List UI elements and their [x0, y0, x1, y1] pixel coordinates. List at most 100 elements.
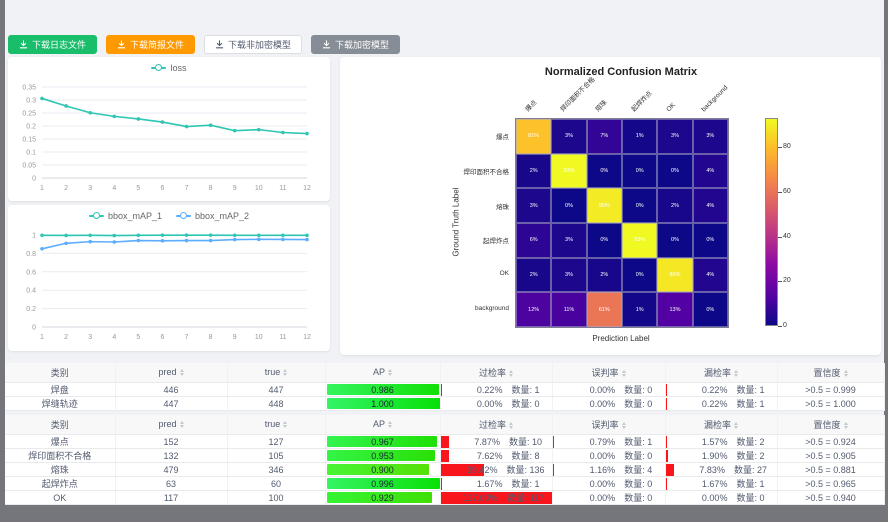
svg-text:7: 7: [185, 185, 189, 192]
matrix-cell: 1%: [622, 119, 657, 154]
column-header[interactable]: 置信度: [777, 363, 884, 383]
legend-item[interactable]: loss: [151, 63, 186, 73]
sort-icon[interactable]: [734, 420, 738, 431]
legend-label: bbox_mAP_1: [108, 211, 162, 221]
sort-icon[interactable]: [509, 368, 513, 379]
sort-icon[interactable]: [388, 367, 392, 378]
matrix-row-label: OK: [395, 270, 509, 277]
download-unencrypted-model-button[interactable]: 下载非加密模型: [204, 35, 302, 54]
summary-metrics-table: 类别predtrueAP过检率误判率漏检率置信度焊盘4464470.9860.2…: [5, 363, 885, 411]
content-area: 下载日志文件 下载简报文件 下载非加密模型 下载加密模型 loss 00.050…: [5, 0, 884, 492]
sort-icon[interactable]: [844, 368, 848, 379]
category-cell: 爆点: [5, 435, 115, 449]
sort-icon[interactable]: [180, 367, 184, 378]
confusion-matrix-title: Normalized Confusion Matrix: [515, 66, 727, 78]
misjudge-rate-cell: 1.16%数量: 4: [552, 463, 665, 477]
matrix-cell: 3%: [551, 258, 586, 293]
pred-cell: 479: [115, 463, 227, 477]
category-cell: 焊盘: [5, 383, 115, 397]
matrix-cell: 4%: [693, 188, 728, 223]
overkill-rate-cell: 117.00%数量: 117: [440, 491, 552, 505]
matrix-cell: 0%: [657, 154, 692, 189]
matrix-cell: 0%: [587, 223, 622, 258]
column-header[interactable]: 置信度: [777, 415, 884, 435]
matrix-cell: 2%: [516, 154, 551, 189]
miss-rate-cell: 0.00%数量: 0: [665, 491, 777, 505]
matrix-cell: 0%: [622, 154, 657, 189]
column-header[interactable]: AP: [325, 363, 440, 383]
legend-item[interactable]: bbox_mAP_2: [176, 211, 249, 221]
confidence-cell: >0.5 = 1.000: [777, 397, 884, 411]
sort-icon[interactable]: [844, 420, 848, 431]
svg-text:0.05: 0.05: [22, 163, 36, 170]
svg-text:1: 1: [40, 185, 44, 192]
sort-icon[interactable]: [283, 367, 287, 378]
sort-icon[interactable]: [509, 420, 513, 431]
colorbar-tick: [778, 237, 782, 238]
pred-cell: 132: [115, 449, 227, 463]
download-icon: [322, 40, 331, 49]
column-header[interactable]: pred: [115, 363, 227, 383]
column-header[interactable]: 误判率: [552, 415, 665, 435]
svg-text:0.4: 0.4: [26, 288, 36, 295]
column-header[interactable]: AP: [325, 415, 440, 435]
sort-icon[interactable]: [622, 420, 626, 431]
metrics-tables: 类别predtrueAP过检率误判率漏检率置信度焊盘4464470.9860.2…: [5, 363, 884, 505]
column-header[interactable]: true: [227, 363, 325, 383]
misjudge-rate-cell: 0.00%数量: 0: [552, 491, 665, 505]
column-header[interactable]: 漏检率: [665, 363, 777, 383]
table-row: 起焊炸点63600.9961.67%数量: 10.00%数量: 01.67%数量…: [5, 477, 884, 491]
column-header[interactable]: true: [227, 415, 325, 435]
line-series-marker-icon: [89, 212, 104, 220]
sort-icon[interactable]: [734, 368, 738, 379]
miss-rate-cell: 0.22%数量: 1: [665, 397, 777, 411]
matrix-cell: 89%: [657, 258, 692, 293]
column-header[interactable]: 过检率: [440, 415, 552, 435]
map-chart-legend: bbox_mAP_1 bbox_mAP_2: [8, 211, 330, 221]
download-brief-button[interactable]: 下载简报文件: [106, 35, 195, 54]
svg-text:3: 3: [88, 334, 92, 341]
colorbar-tick: [778, 147, 782, 148]
svg-text:0.15: 0.15: [22, 137, 36, 144]
confusion-matrix-grid: 81%3%7%1%3%3%2%93%0%0%0%4%3%0%90%0%2%4%6…: [515, 118, 729, 328]
download-encrypted-model-button[interactable]: 下载加密模型: [311, 35, 400, 54]
category-cell: 焊缝轨迹: [5, 397, 115, 411]
sort-icon[interactable]: [622, 368, 626, 379]
matrix-column-label: OK: [665, 102, 677, 114]
colorbar-tick: [778, 281, 782, 282]
rate-bar: [553, 436, 555, 448]
button-label: 下载简报文件: [130, 38, 184, 51]
true-cell: 447: [227, 383, 325, 397]
loss-chart-card: loss 00.050.10.150.20.250.30.35123456789…: [8, 57, 330, 201]
column-header[interactable]: 漏检率: [665, 415, 777, 435]
sort-icon[interactable]: [180, 419, 184, 430]
legend-item[interactable]: bbox_mAP_1: [89, 211, 162, 221]
matrix-cell: 2%: [516, 258, 551, 293]
true-cell: 448: [227, 397, 325, 411]
column-header: 类别: [5, 363, 115, 383]
colorbar-tick: [778, 192, 782, 193]
map-line-chart: 00.20.40.60.81123456789101112: [8, 205, 330, 351]
misjudge-rate-cell: 0.00%数量: 0: [552, 449, 665, 463]
download-log-button[interactable]: 下载日志文件: [8, 35, 97, 54]
matrix-cell: 2%: [657, 188, 692, 223]
column-header[interactable]: 误判率: [552, 363, 665, 383]
sort-icon[interactable]: [283, 419, 287, 430]
loss-line-chart: 00.050.10.150.20.250.30.3512345678910111…: [8, 57, 330, 201]
matrix-cell: 11%: [551, 292, 586, 327]
matrix-cell: 0%: [693, 292, 728, 327]
column-header[interactable]: 过检率: [440, 363, 552, 383]
pred-cell: 63: [115, 477, 227, 491]
overkill-rate-cell: 7.87%数量: 10: [440, 435, 552, 449]
sort-icon[interactable]: [388, 419, 392, 430]
svg-text:12: 12: [303, 185, 311, 192]
rate-bar: [553, 464, 555, 476]
colorbar-tick-label: 80: [783, 143, 791, 150]
matrix-cell: 1%: [622, 292, 657, 327]
svg-text:6: 6: [161, 185, 165, 192]
colorbar: [765, 118, 778, 326]
svg-text:9: 9: [233, 334, 237, 341]
matrix-cell: 0%: [551, 188, 586, 223]
rate-bar: [441, 436, 450, 448]
column-header[interactable]: pred: [115, 415, 227, 435]
